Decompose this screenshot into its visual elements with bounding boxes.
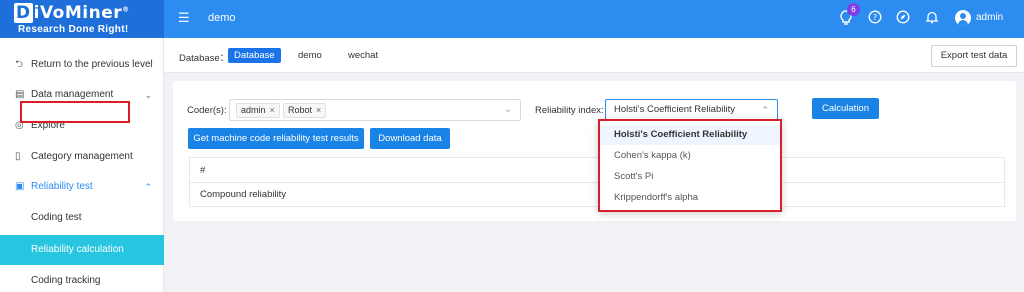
chevron-down-icon: ⌄ bbox=[144, 90, 152, 100]
sidebar-item-reliability-calculation[interactable]: Reliability calculation bbox=[0, 235, 164, 265]
avatar[interactable] bbox=[955, 10, 971, 26]
dropdown-option[interactable]: Krippendorff's alpha bbox=[600, 188, 780, 208]
help-icon[interactable]: ? bbox=[867, 10, 883, 26]
tab-database[interactable]: Database bbox=[228, 48, 281, 63]
table-row: Compound reliability bbox=[200, 189, 287, 200]
sidebar-item-label: Coding test bbox=[31, 212, 82, 223]
highlight-box bbox=[20, 101, 130, 123]
logo-trademark: ® bbox=[122, 5, 130, 14]
download-data-button[interactable]: Download data bbox=[370, 128, 450, 149]
dropdown-option[interactable]: Cohen's kappa (k) bbox=[600, 146, 780, 166]
sidebar-item-coding-test[interactable]: Coding test bbox=[0, 203, 164, 233]
logo-letter: D bbox=[14, 3, 33, 23]
coders-select[interactable]: admin × Robot × ⌄ bbox=[229, 99, 521, 121]
menu-toggle-icon[interactable]: ☰ bbox=[178, 11, 192, 25]
chevron-up-icon: ⌃ bbox=[144, 182, 152, 192]
tab-wechat[interactable]: wechat bbox=[342, 48, 384, 63]
sidebar-item-return[interactable]: ⮌ Return to the previous level bbox=[0, 50, 164, 80]
return-icon: ⮌ bbox=[15, 59, 24, 70]
logo-title-text: iVoMiner bbox=[33, 3, 123, 23]
main-card: Coder(s): admin × Robot × ⌄ Reliability in… bbox=[173, 81, 1016, 221]
close-icon[interactable]: × bbox=[270, 105, 275, 115]
bell-icon[interactable] bbox=[924, 10, 940, 26]
checklist-icon: ▣ bbox=[15, 181, 25, 192]
sidebar-item-reliability-test[interactable]: ▣ Reliability test ⌃ bbox=[0, 172, 164, 202]
machine-code-test-button[interactable]: Get machine code reliability test result… bbox=[188, 128, 364, 149]
logo[interactable]: DiVoMiner® Research Done Right! bbox=[0, 0, 164, 38]
reliability-index-value: Holsti's Coefficient Reliability bbox=[614, 104, 735, 115]
coder-tag[interactable]: Robot × bbox=[283, 103, 327, 118]
calculation-button[interactable]: Calculation bbox=[812, 98, 879, 119]
notification-badge: 6 bbox=[847, 3, 860, 16]
sidebar-item-coding-tracking[interactable]: Coding tracking bbox=[0, 266, 164, 292]
sidebar-item-label: Reliability calculation bbox=[31, 244, 124, 255]
sidebar-item-label: Return to the previous level bbox=[31, 59, 153, 70]
sidebar: ⮌ Return to the previous level ▤ Data ma… bbox=[0, 38, 164, 292]
coders-label: Coder(s): bbox=[187, 105, 227, 116]
logo-tagline: Research Done Right! bbox=[18, 24, 129, 35]
tab-demo[interactable]: demo bbox=[292, 48, 328, 63]
reliability-index-dropdown: Holsti's Coefficient Reliability Cohen's… bbox=[598, 119, 782, 212]
close-icon[interactable]: × bbox=[316, 105, 321, 115]
database-bar: Database： Database demo wechat Export te… bbox=[164, 38, 1024, 73]
sidebar-item-label: Category management bbox=[31, 151, 133, 162]
coder-tag[interactable]: admin × bbox=[236, 103, 280, 118]
sidebar-item-category-management[interactable]: ▯ Category management bbox=[0, 142, 164, 172]
compass-icon[interactable] bbox=[895, 10, 911, 26]
sidebar-item-label: Reliability test bbox=[31, 181, 93, 192]
svg-text:?: ? bbox=[873, 13, 877, 22]
coder-tag-label: admin bbox=[241, 105, 266, 115]
logo-title: DiVoMiner® bbox=[14, 3, 130, 23]
coder-tag-label: Robot bbox=[288, 105, 313, 115]
chevron-down-icon: ⌄ bbox=[503, 104, 512, 115]
reliability-index-select[interactable]: Holsti's Coefficient Reliability ⌃ bbox=[605, 99, 778, 121]
bookmark-icon: ▯ bbox=[15, 151, 21, 162]
export-test-data-button[interactable]: Export test data bbox=[931, 45, 1017, 67]
app-name: demo bbox=[208, 12, 236, 24]
table-header: # bbox=[190, 158, 1004, 183]
top-bar: DiVoMiner® Research Done Right! ☰ demo 6… bbox=[0, 0, 1024, 38]
reliability-index-label: Reliability index: bbox=[535, 105, 604, 116]
dropdown-option[interactable]: Holsti's Coefficient Reliability bbox=[600, 125, 780, 145]
sidebar-item-label: Coding tracking bbox=[31, 275, 101, 286]
results-table: # Compound reliability bbox=[189, 157, 1005, 207]
dropdown-option[interactable]: Scott's Pi bbox=[600, 167, 780, 187]
username[interactable]: admin bbox=[976, 12, 1003, 23]
database-label: Database： bbox=[179, 53, 230, 64]
chevron-up-icon: ⌃ bbox=[761, 105, 769, 115]
